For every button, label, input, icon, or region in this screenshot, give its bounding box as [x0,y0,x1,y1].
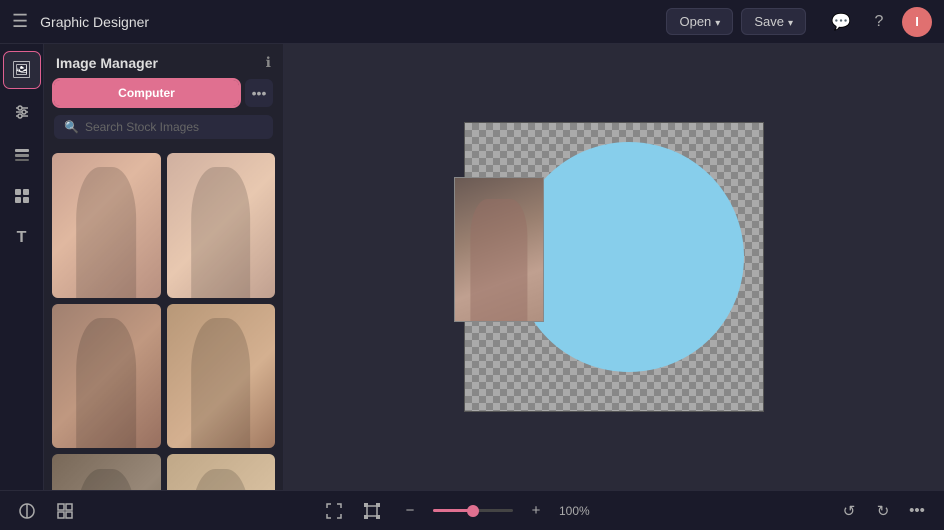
list-item [52,454,161,490]
topbar: ☰ Graphic Designer Open Save 💬 ? I [0,0,944,44]
zoom-minus-icon: − [406,502,415,519]
canvas-container [464,122,764,412]
panel-tabs: Computer ••• [44,79,283,115]
zoom-percentage: 100% [559,504,595,518]
zoom-plus-icon: + [532,502,541,519]
panel-tab-more[interactable]: ••• [245,79,273,107]
chat-icon-button[interactable]: 💬 [826,7,856,37]
zoom-in-button[interactable]: + [521,496,551,526]
sidebar-item-images[interactable]: 🖼 [4,52,40,88]
panel-info-icon[interactable]: ℹ [266,54,271,71]
sidebar-item-text[interactable]: T [4,220,40,256]
image-thumb-2[interactable] [167,153,276,298]
search-icon: 🔍 [64,120,79,134]
avatar-button[interactable]: I [902,7,932,37]
list-item [167,153,276,298]
list-item [52,304,161,449]
list-item [167,304,276,449]
image-thumb-1[interactable] [52,153,161,298]
computer-tab[interactable]: Computer [54,80,239,106]
canvas-circle-shape[interactable] [514,142,744,372]
image-grid: Drag or Double Click [44,149,283,490]
list-item [52,153,161,298]
panel-title: Image Manager [56,55,158,71]
icon-sidebar: 🖼 T [0,44,44,490]
topbar-actions: Open Save [666,8,806,35]
save-button[interactable]: Save [741,8,806,35]
bottombar: − + 100% ↺ ↻ ••• [0,490,944,530]
fit-to-screen-button[interactable] [319,496,349,526]
open-chevron [715,14,720,29]
redo-button[interactable]: ↻ [868,496,898,526]
menu-icon[interactable]: ☰ [12,11,28,32]
sidebar-item-adjust[interactable] [4,94,40,130]
topbar-icons: 💬 ? I [826,7,932,37]
list-item: Drag or Double Click [167,454,276,490]
layers-toggle-button[interactable] [12,496,42,526]
zoom-out-button[interactable]: − [395,496,425,526]
image-thumb-6[interactable] [167,454,276,490]
sidebar-item-elements[interactable] [4,178,40,214]
grid-toggle-button[interactable] [50,496,80,526]
search-bar: 🔍 [54,115,273,139]
zoom-slider-container [433,509,513,512]
open-button[interactable]: Open [666,8,733,35]
resize-button[interactable] [357,496,387,526]
canvas-photo-figure [470,199,527,321]
save-chevron [788,14,793,29]
panel: Image Manager ℹ Computer ••• 🔍 [44,44,284,490]
image-thumb-4[interactable] [167,304,276,449]
panel-header: Image Manager ℹ [44,44,283,79]
sidebar-item-layers[interactable] [4,136,40,172]
more-options-button[interactable]: ••• [902,496,932,526]
help-icon-button[interactable]: ? [864,7,894,37]
image-thumb-5[interactable] [52,454,161,490]
search-input[interactable] [85,120,263,134]
zoom-slider[interactable] [433,509,513,512]
main-area: 🖼 T [0,44,944,490]
app-title: Graphic Designer [40,14,654,30]
canvas-area[interactable] [284,44,944,490]
image-thumb-3[interactable] [52,304,161,449]
bottom-right-icons: ↺ ↻ ••• [834,496,932,526]
undo-button[interactable]: ↺ [834,496,864,526]
canvas-photo-overlay[interactable] [454,177,544,322]
